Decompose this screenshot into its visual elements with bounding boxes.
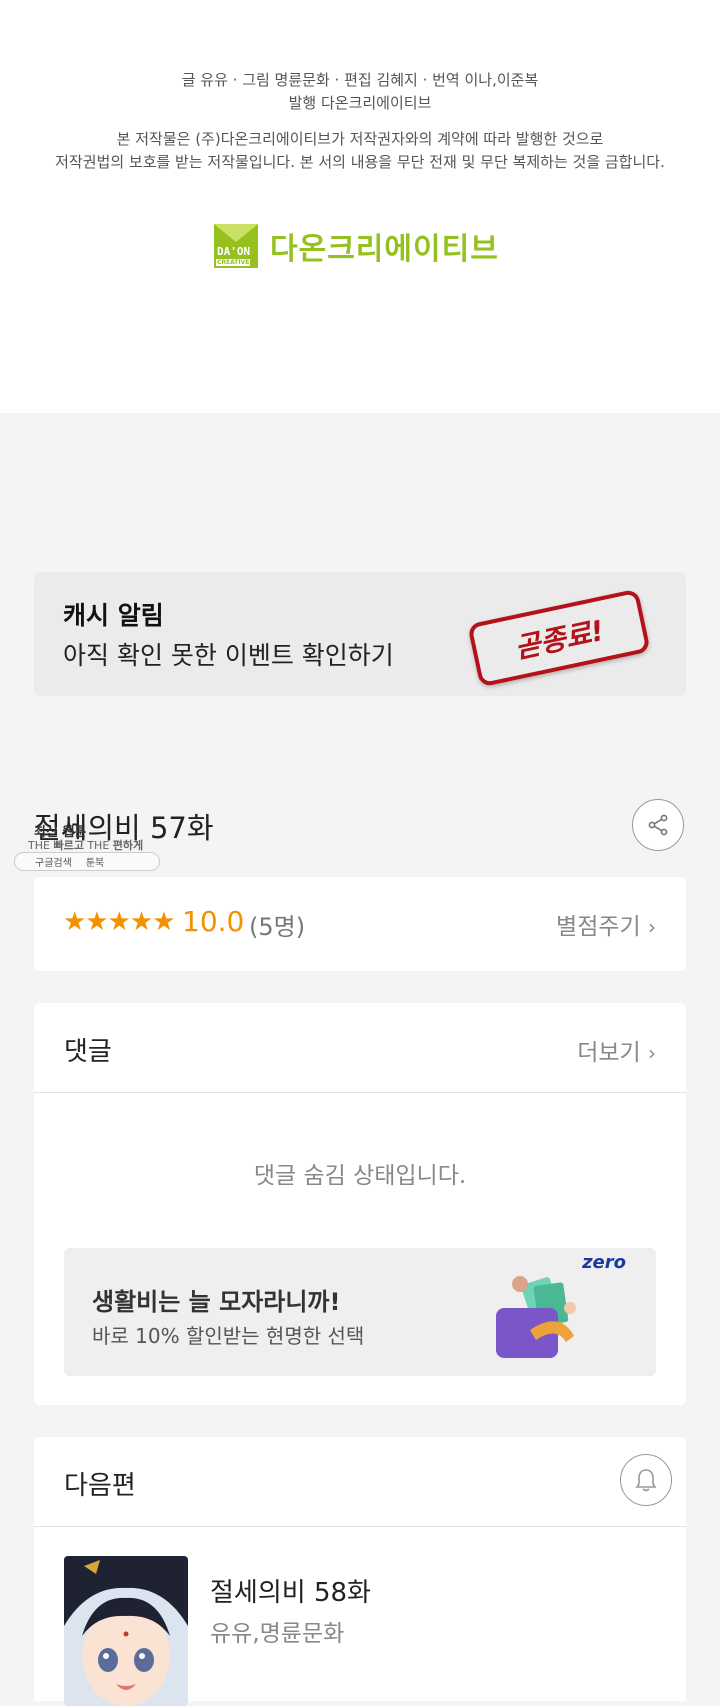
ad-banner[interactable]: 생활비는 늘 모자라니까! 바로 10% 할인받는 현명한 선택 zero [64,1248,656,1376]
google-search-label: 구글검색 [35,858,72,869]
watermark-links: 구글검색 툰북 [14,852,160,871]
ad-title: 생활비는 늘 모자라니까! [92,1288,341,1316]
character-thumbnail-image [64,1556,188,1706]
comments-card: 댓글 더보기 › 댓글 숨김 상태입니다. 생활비는 늘 모자라니까! 바로 1… [34,1003,686,1405]
credits-line: 글 유유 · 그림 명륜문화 · 편집 김혜지 · 번역 이나,이준복 [181,71,539,89]
share-button[interactable] [632,799,684,851]
site-label: 툰북 [85,858,105,869]
logo-mark-subtext: CREATIVE [216,259,251,266]
notify-button[interactable] [620,1454,672,1506]
share-icon [648,814,668,836]
chevron-right-icon: › [648,1041,656,1065]
ending-soon-stamp: 곧종료! [467,588,651,688]
more-label: 더보기 [577,1040,641,1066]
publisher-logo: DA'ON CREATIVE 다온크리에이티브 [214,224,499,268]
bell-icon [635,1469,657,1492]
cash-alert-banner[interactable]: 캐시 알림 아직 확인 못한 이벤트 확인하기 곧종료! [34,572,686,696]
rating-score: 10.0 [182,905,245,938]
credits-section: 글 유유 · 그림 명륜문화 · 편집 김혜지 · 번역 이나,이준복 발행 다… [0,0,720,413]
rate-button[interactable]: 별점주기 › [556,907,656,941]
next-episode-heading: 다음편 [64,1471,136,1501]
watermark-tagline: THE 빠르고 THE 편하게 [28,839,144,852]
banner-subtitle: 아직 확인 못한 이벤트 확인하기 [63,641,394,670]
ad-subtitle: 바로 10% 할인받는 현명한 선택 [92,1324,365,1348]
copyright-line: 본 저작물은 (주)다온크리에이티브가 저작권자와의 계약에 따라 발행한 것으… [116,130,604,148]
copyright-line: 저작권법의 보호를 받는 저작물입니다. 본 서의 내용을 무단 전재 및 무단… [55,153,665,171]
chevron-right-icon: › [648,915,656,939]
comments-header: 댓글 더보기 › [34,1003,686,1093]
logo-mark-text: DA'ON [217,245,251,258]
ad-brand: zero [582,1252,626,1273]
next-episode-thumbnail[interactable] [64,1556,188,1706]
next-episode-title[interactable]: 절세의비 58화 [210,1572,371,1609]
comments-hidden-message: 댓글 숨김 상태입니다. [253,1163,467,1189]
publisher-line: 발행 다온크리에이티브 [288,94,432,112]
comments-more-button[interactable]: 더보기 › [577,1033,656,1067]
next-episode-header: 다음편 [34,1437,686,1527]
next-episode-authors: 유유,명륜문화 [210,1621,345,1647]
rating-card: ★★★★★ 10.0 (5명) 별점주기 › [34,877,686,971]
stamp-text: 곧종료! [511,613,607,665]
comments-heading: 댓글 [64,1037,112,1067]
wallet-icon [496,1276,576,1358]
rating-count: (5명) [249,913,306,941]
banner-title: 캐시 알림 [63,601,164,630]
rating-stars: ★★★★★ [63,907,176,937]
next-episode-card: 다음편 절세의비 58화 유유,명륜문화 [34,1437,686,1706]
rate-button-label: 별점주기 [556,914,641,940]
logo-mark: DA'ON CREATIVE [214,224,258,268]
logo-text: 다온크리에이티브 [270,232,499,267]
